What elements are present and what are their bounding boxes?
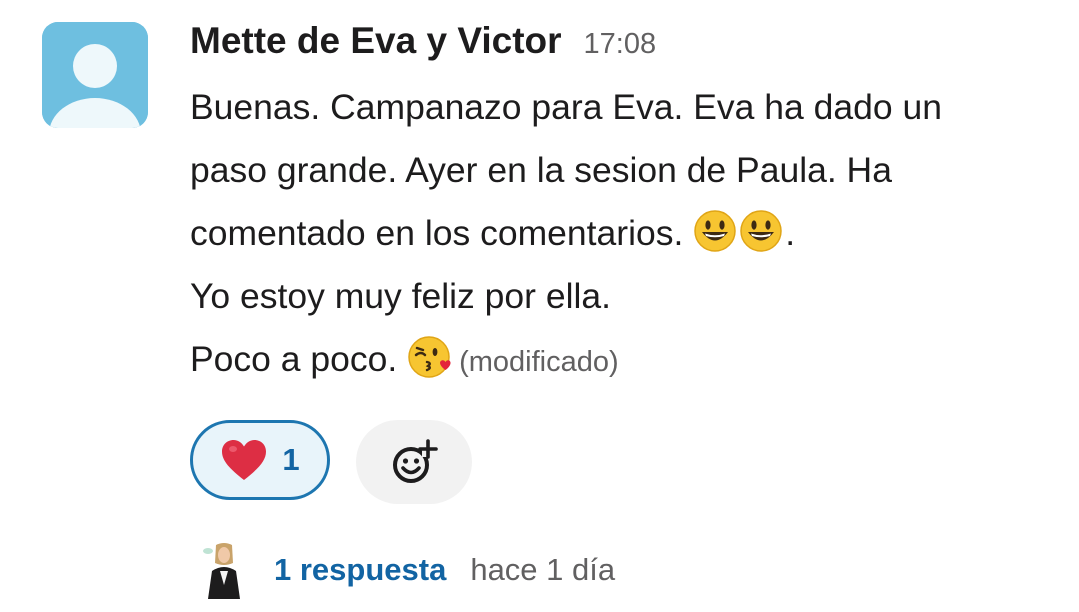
red-heart-emoji-icon [222, 440, 267, 480]
message-header: Mette de Eva y Victor 17:08 [190, 20, 656, 62]
edited-label: (modificado) [459, 346, 619, 378]
smiley-emoji-icon [740, 210, 782, 252]
message-line-text: comentado en los comentarios. [190, 213, 684, 253]
message: Mette de Eva y Victor 17:08 Buenas. Camp… [0, 0, 1079, 612]
sender-name[interactable]: Mette de Eva y Victor [190, 20, 562, 62]
message-line: Poco a poco. (modificado) [190, 328, 1070, 394]
smiley-emoji-icon [694, 210, 736, 252]
default-user-icon [42, 22, 148, 128]
last-reply-time: hace 1 día [470, 552, 616, 587]
replier-avatar[interactable] [200, 541, 248, 599]
thread-summary[interactable]: 1 respuesta hace 1 día [200, 540, 615, 600]
sender-avatar[interactable] [42, 22, 148, 128]
add-reaction-button[interactable] [356, 420, 472, 504]
message-body: Buenas. Campanazo para Eva. Eva ha dado … [190, 76, 1070, 394]
reaction-heart-button[interactable]: 1 [190, 420, 330, 500]
message-line-text: Poco a poco. [190, 339, 398, 379]
message-line: paso grande. Ayer en la sesion de Paula.… [190, 150, 892, 190]
reaction-count: 1 [282, 442, 300, 477]
message-line: Buenas. Campanazo para Eva. Eva ha dado … [190, 87, 942, 127]
message-line-punctuation: . [785, 213, 796, 253]
message-line: comentado en los comentarios. . [190, 202, 1070, 265]
add-emoji-icon [393, 439, 438, 483]
reply-count-link[interactable]: 1 respuesta [274, 552, 446, 588]
message-line: Yo estoy muy feliz por ella. [190, 276, 611, 316]
message-timestamp[interactable]: 17:08 [584, 28, 657, 61]
kissing-face-heart-emoji-icon [408, 336, 451, 378]
